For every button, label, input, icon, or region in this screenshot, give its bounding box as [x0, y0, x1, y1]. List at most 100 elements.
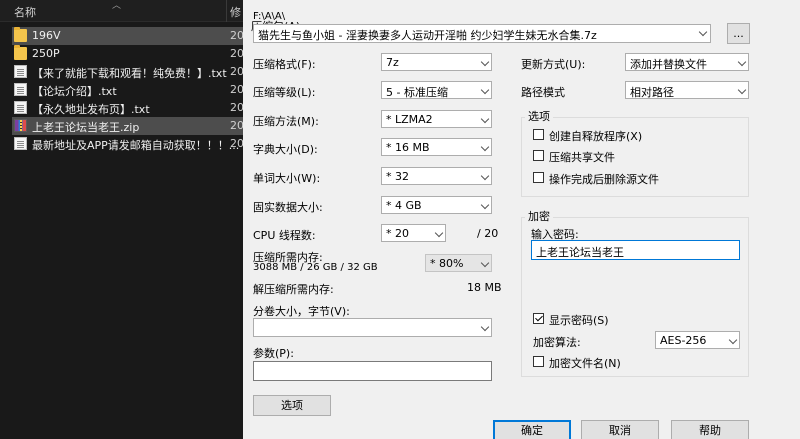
- params-label: 参数(P):: [253, 347, 294, 360]
- params-input[interactable]: [253, 361, 492, 381]
- solid-label: 固实数据大小:: [253, 201, 323, 214]
- chevron-down-icon: [434, 228, 444, 238]
- file-row-250p[interactable]: 250P 20: [12, 45, 244, 63]
- file-date: 20: [230, 137, 244, 150]
- cpu-select-value: * 20: [386, 227, 409, 240]
- file-row-zip[interactable]: 上老王论坛当老王.zip 20: [12, 117, 244, 135]
- level-select[interactable]: 5 - 标准压缩: [381, 81, 492, 99]
- file-name: 250P: [32, 47, 60, 60]
- chevron-down-icon: [480, 142, 490, 152]
- chevron-down-icon: [480, 258, 490, 268]
- mem-compress-value: 3088 MB / 26 GB / 32 GB: [253, 262, 378, 273]
- word-select-value: * 32: [386, 170, 409, 183]
- enc-method-label: 加密算法:: [533, 336, 581, 349]
- help-button[interactable]: 帮助: [671, 420, 749, 439]
- chevron-down-icon: [480, 85, 490, 95]
- browse-button[interactable]: ...: [727, 23, 750, 44]
- password-input[interactable]: 上老王论坛当老王: [531, 240, 740, 260]
- format-select-value: 7z: [386, 56, 399, 69]
- chevron-down-icon: [480, 171, 490, 181]
- file-date: 20: [230, 101, 244, 114]
- solid-select-value: * 4 GB: [386, 199, 422, 212]
- file-date: 20: [230, 65, 244, 78]
- column-header-modified[interactable]: 修: [230, 4, 241, 20]
- shared-files-label[interactable]: 压缩共享文件: [549, 149, 615, 165]
- dict-select[interactable]: * 16 MB: [381, 138, 492, 156]
- archive-name-value: 猫先生与鱼小姐 - 淫妻换妻多人运动开淫啪 约少妇学生妹无水合集.7z: [258, 29, 597, 42]
- mem-decompress-value: 18 MB: [467, 281, 502, 294]
- dict-label: 字典大小(D):: [253, 143, 318, 156]
- text-file-icon: [14, 101, 27, 114]
- archive-path: F:\A\A\: [253, 11, 286, 22]
- method-select-value: * LZMA2: [386, 113, 433, 126]
- explorer-column-header: ︿ 名称 修: [0, 0, 243, 22]
- mem-percent-select[interactable]: * 80%: [425, 254, 492, 272]
- format-select[interactable]: 7z: [381, 53, 492, 71]
- file-name: 【永久地址发布页】.txt: [32, 103, 150, 116]
- chevron-down-icon: [480, 200, 490, 210]
- file-row-app-txt[interactable]: 最新地址及APP请发邮箱自动获取！！！... 20: [12, 135, 244, 153]
- cpu-total: / 20: [477, 227, 499, 240]
- chevron-down-icon: [737, 85, 747, 95]
- text-file-icon: [14, 137, 27, 150]
- archive-name-combobox[interactable]: 猫先生与鱼小姐 - 淫妻换妻多人运动开淫啪 约少妇学生妹无水合集.7z: [253, 24, 711, 43]
- encrypt-names-label[interactable]: 加密文件名(N): [549, 355, 621, 371]
- shared-files-checkbox[interactable]: [533, 150, 544, 161]
- file-date: 20: [230, 119, 244, 132]
- file-name: 【论坛介绍】.txt: [32, 85, 117, 98]
- file-row-free-txt[interactable]: 【来了就能下载和观看！纯免费！】.txt 20: [12, 63, 244, 81]
- file-row-intro-txt[interactable]: 【论坛介绍】.txt 20: [12, 81, 244, 99]
- dict-select-value: * 16 MB: [386, 141, 430, 154]
- column-header-name[interactable]: 名称: [14, 4, 36, 20]
- chevron-down-icon: [698, 27, 708, 37]
- file-name: 上老王论坛当老王.zip: [32, 121, 140, 134]
- chevron-down-icon: [480, 114, 490, 124]
- zip-archive-icon: [14, 119, 27, 132]
- split-size-combobox[interactable]: [253, 318, 492, 337]
- file-row-196v[interactable]: 196V 20: [12, 27, 244, 45]
- format-label: 压缩格式(F):: [253, 58, 316, 71]
- solid-select[interactable]: * 4 GB: [381, 196, 492, 214]
- split-label: 分卷大小，字节(V):: [253, 305, 350, 318]
- file-date: 20: [230, 83, 244, 96]
- cpu-label: CPU 线程数:: [253, 229, 316, 242]
- word-select[interactable]: * 32: [381, 167, 492, 185]
- method-select[interactable]: * LZMA2: [381, 110, 492, 128]
- file-row-address-txt[interactable]: 【永久地址发布页】.txt 20: [12, 99, 244, 117]
- level-label: 压缩等级(L):: [253, 86, 316, 99]
- encryption-group-title: 加密: [525, 208, 553, 224]
- path-mode-label: 路径模式: [521, 86, 565, 99]
- cancel-button[interactable]: 取消: [581, 420, 659, 439]
- file-date: 20: [230, 47, 244, 60]
- delete-after-label[interactable]: 操作完成后删除源文件: [549, 171, 659, 187]
- encrypt-names-checkbox[interactable]: [533, 356, 544, 367]
- file-explorer-pane: ︿ 名称 修 196V 20 250P 20 【来了就能下载和观看！纯免费！】.…: [0, 0, 244, 439]
- options-button[interactable]: 选项: [253, 395, 331, 416]
- cpu-select[interactable]: * 20: [381, 224, 446, 242]
- options-group-title: 选项: [525, 108, 553, 124]
- chevron-down-icon: [737, 57, 747, 67]
- chevron-down-icon: [480, 322, 490, 332]
- path-mode-select[interactable]: 相对路径: [625, 81, 749, 99]
- column-divider[interactable]: [226, 0, 227, 22]
- show-password-label[interactable]: 显示密码(S): [549, 312, 609, 328]
- update-select[interactable]: 添加并替换文件: [625, 53, 749, 71]
- password-value: 上老王论坛当老王: [536, 246, 624, 259]
- enc-method-select[interactable]: AES-256: [655, 331, 740, 349]
- file-name: 【来了就能下载和观看！纯免费！】.txt: [32, 67, 227, 80]
- sfx-label[interactable]: 创建自释放程序(X): [549, 128, 642, 144]
- ok-button[interactable]: 确定: [493, 420, 571, 439]
- show-password-checkbox[interactable]: [533, 313, 544, 324]
- mem-decompress-label: 解压缩所需内存:: [253, 283, 334, 296]
- add-to-archive-dialog: 压缩包(A): F:\A\A\ 猫先生与鱼小姐 - 淫妻换妻多人运动开淫啪 约少…: [243, 0, 800, 439]
- text-file-icon: [14, 65, 27, 78]
- delete-after-checkbox[interactable]: [533, 172, 544, 183]
- folder-icon: [14, 27, 27, 42]
- mem-percent-value: * 80%: [430, 257, 464, 270]
- word-label: 单词大小(W):: [253, 172, 321, 185]
- enc-method-value: AES-256: [660, 334, 707, 347]
- sort-up-icon: ︿: [112, 1, 122, 11]
- update-label: 更新方式(U):: [521, 58, 586, 71]
- file-date: 20: [230, 29, 244, 42]
- sfx-checkbox[interactable]: [533, 129, 544, 140]
